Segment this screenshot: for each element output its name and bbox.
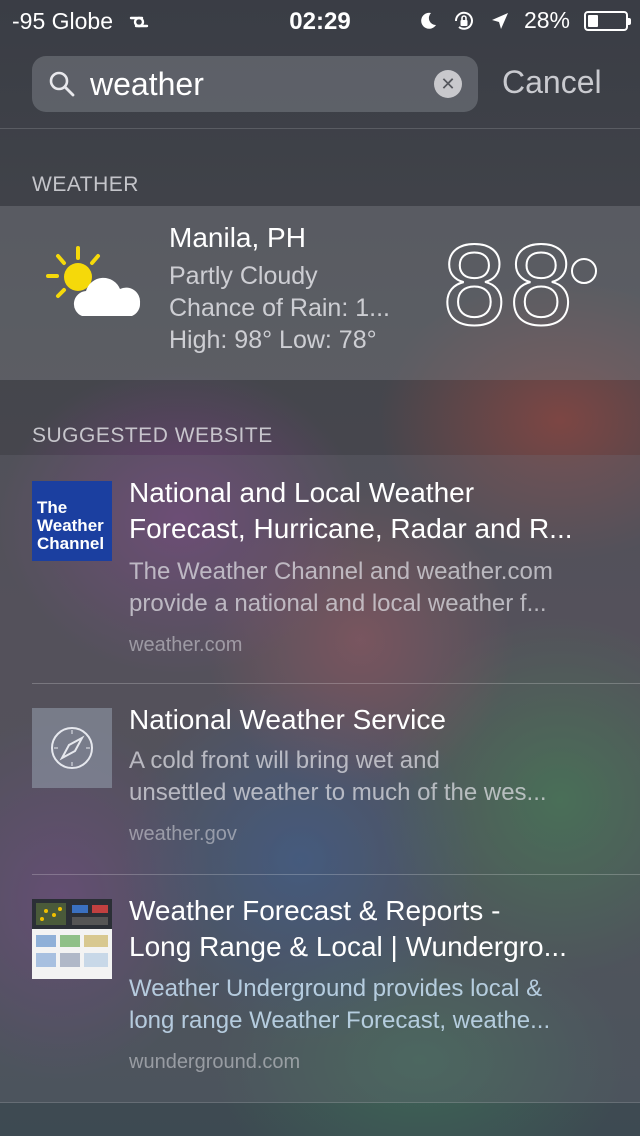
battery-percent: 28%	[523, 7, 570, 33]
weather-section-header: WEATHER	[32, 173, 139, 196]
search-input[interactable]	[90, 62, 420, 106]
compass-icon	[32, 708, 112, 788]
suggestion-description: unsettled weather to much of the wes...	[129, 779, 547, 806]
degree-symbol	[571, 258, 597, 284]
suggestion-title: National Weather Service	[129, 704, 446, 735]
suggestion-item-wunderground[interactable]: Weather Forecast & Reports - Long Range …	[0, 875, 640, 1103]
weather-city: Manila, PH	[169, 222, 306, 253]
weather-card[interactable]: Manila, PH Partly Cloudy Chance of Rain:…	[0, 206, 640, 380]
moon-icon	[421, 12, 436, 29]
battery-icon	[584, 10, 631, 31]
weather-condition: Partly Cloudy	[169, 262, 318, 290]
suggestion-description: long range Weather Forecast, weathe...	[129, 1007, 551, 1034]
suggestion-url: weather.gov	[129, 823, 237, 845]
weather-rain-chance: Chance of Rain: 1...	[169, 294, 390, 322]
weather-channel-logo: The Weather Channel	[32, 481, 112, 561]
suggested-section-header: SUGGESTED WEBSITE	[32, 424, 273, 447]
location-arrow-icon	[491, 12, 508, 29]
divider	[0, 1102, 640, 1103]
clear-search-icon[interactable]: ✕	[434, 70, 462, 98]
suggestion-item-weather-com[interactable]: The Weather Channel National and Local W…	[0, 455, 640, 683]
weather-high-low: High: 98° Low: 78°	[169, 326, 377, 354]
wunderground-thumbnail	[32, 899, 112, 979]
suggestion-url: weather.com	[129, 634, 243, 656]
suggestion-description: Weather Underground provides local &	[129, 975, 543, 1002]
temperature: 88	[439, 225, 576, 350]
search-icon	[49, 71, 75, 97]
search-bar[interactable]: ✕	[32, 56, 478, 112]
cancel-button[interactable]: Cancel	[502, 64, 602, 101]
suggestion-title: Weather Forecast & Reports -	[129, 895, 501, 926]
status-bar: -95 Globe 02:29 28%	[0, 0, 640, 40]
suggestion-url: wunderground.com	[129, 1051, 301, 1073]
suggestion-item-weather-gov[interactable]: National Weather Service A cold front wi…	[0, 684, 640, 874]
divider	[0, 128, 640, 129]
suggestion-description: provide a national and local weather f..…	[129, 590, 547, 617]
suggestion-description: A cold front will bring wet and	[129, 747, 440, 774]
partly-cloudy-icon	[46, 246, 141, 316]
suggestion-title: Long Range & Local | Wundergro...	[129, 931, 567, 962]
suggestion-title: Forecast, Hurricane, Radar and R...	[129, 513, 573, 544]
rotation-lock-icon	[454, 11, 473, 30]
suggested-websites-list: The Weather Channel National and Local W…	[0, 455, 640, 1103]
suggestion-title: National and Local Weather	[129, 477, 475, 508]
suggestion-description: The Weather Channel and weather.com	[129, 558, 553, 585]
